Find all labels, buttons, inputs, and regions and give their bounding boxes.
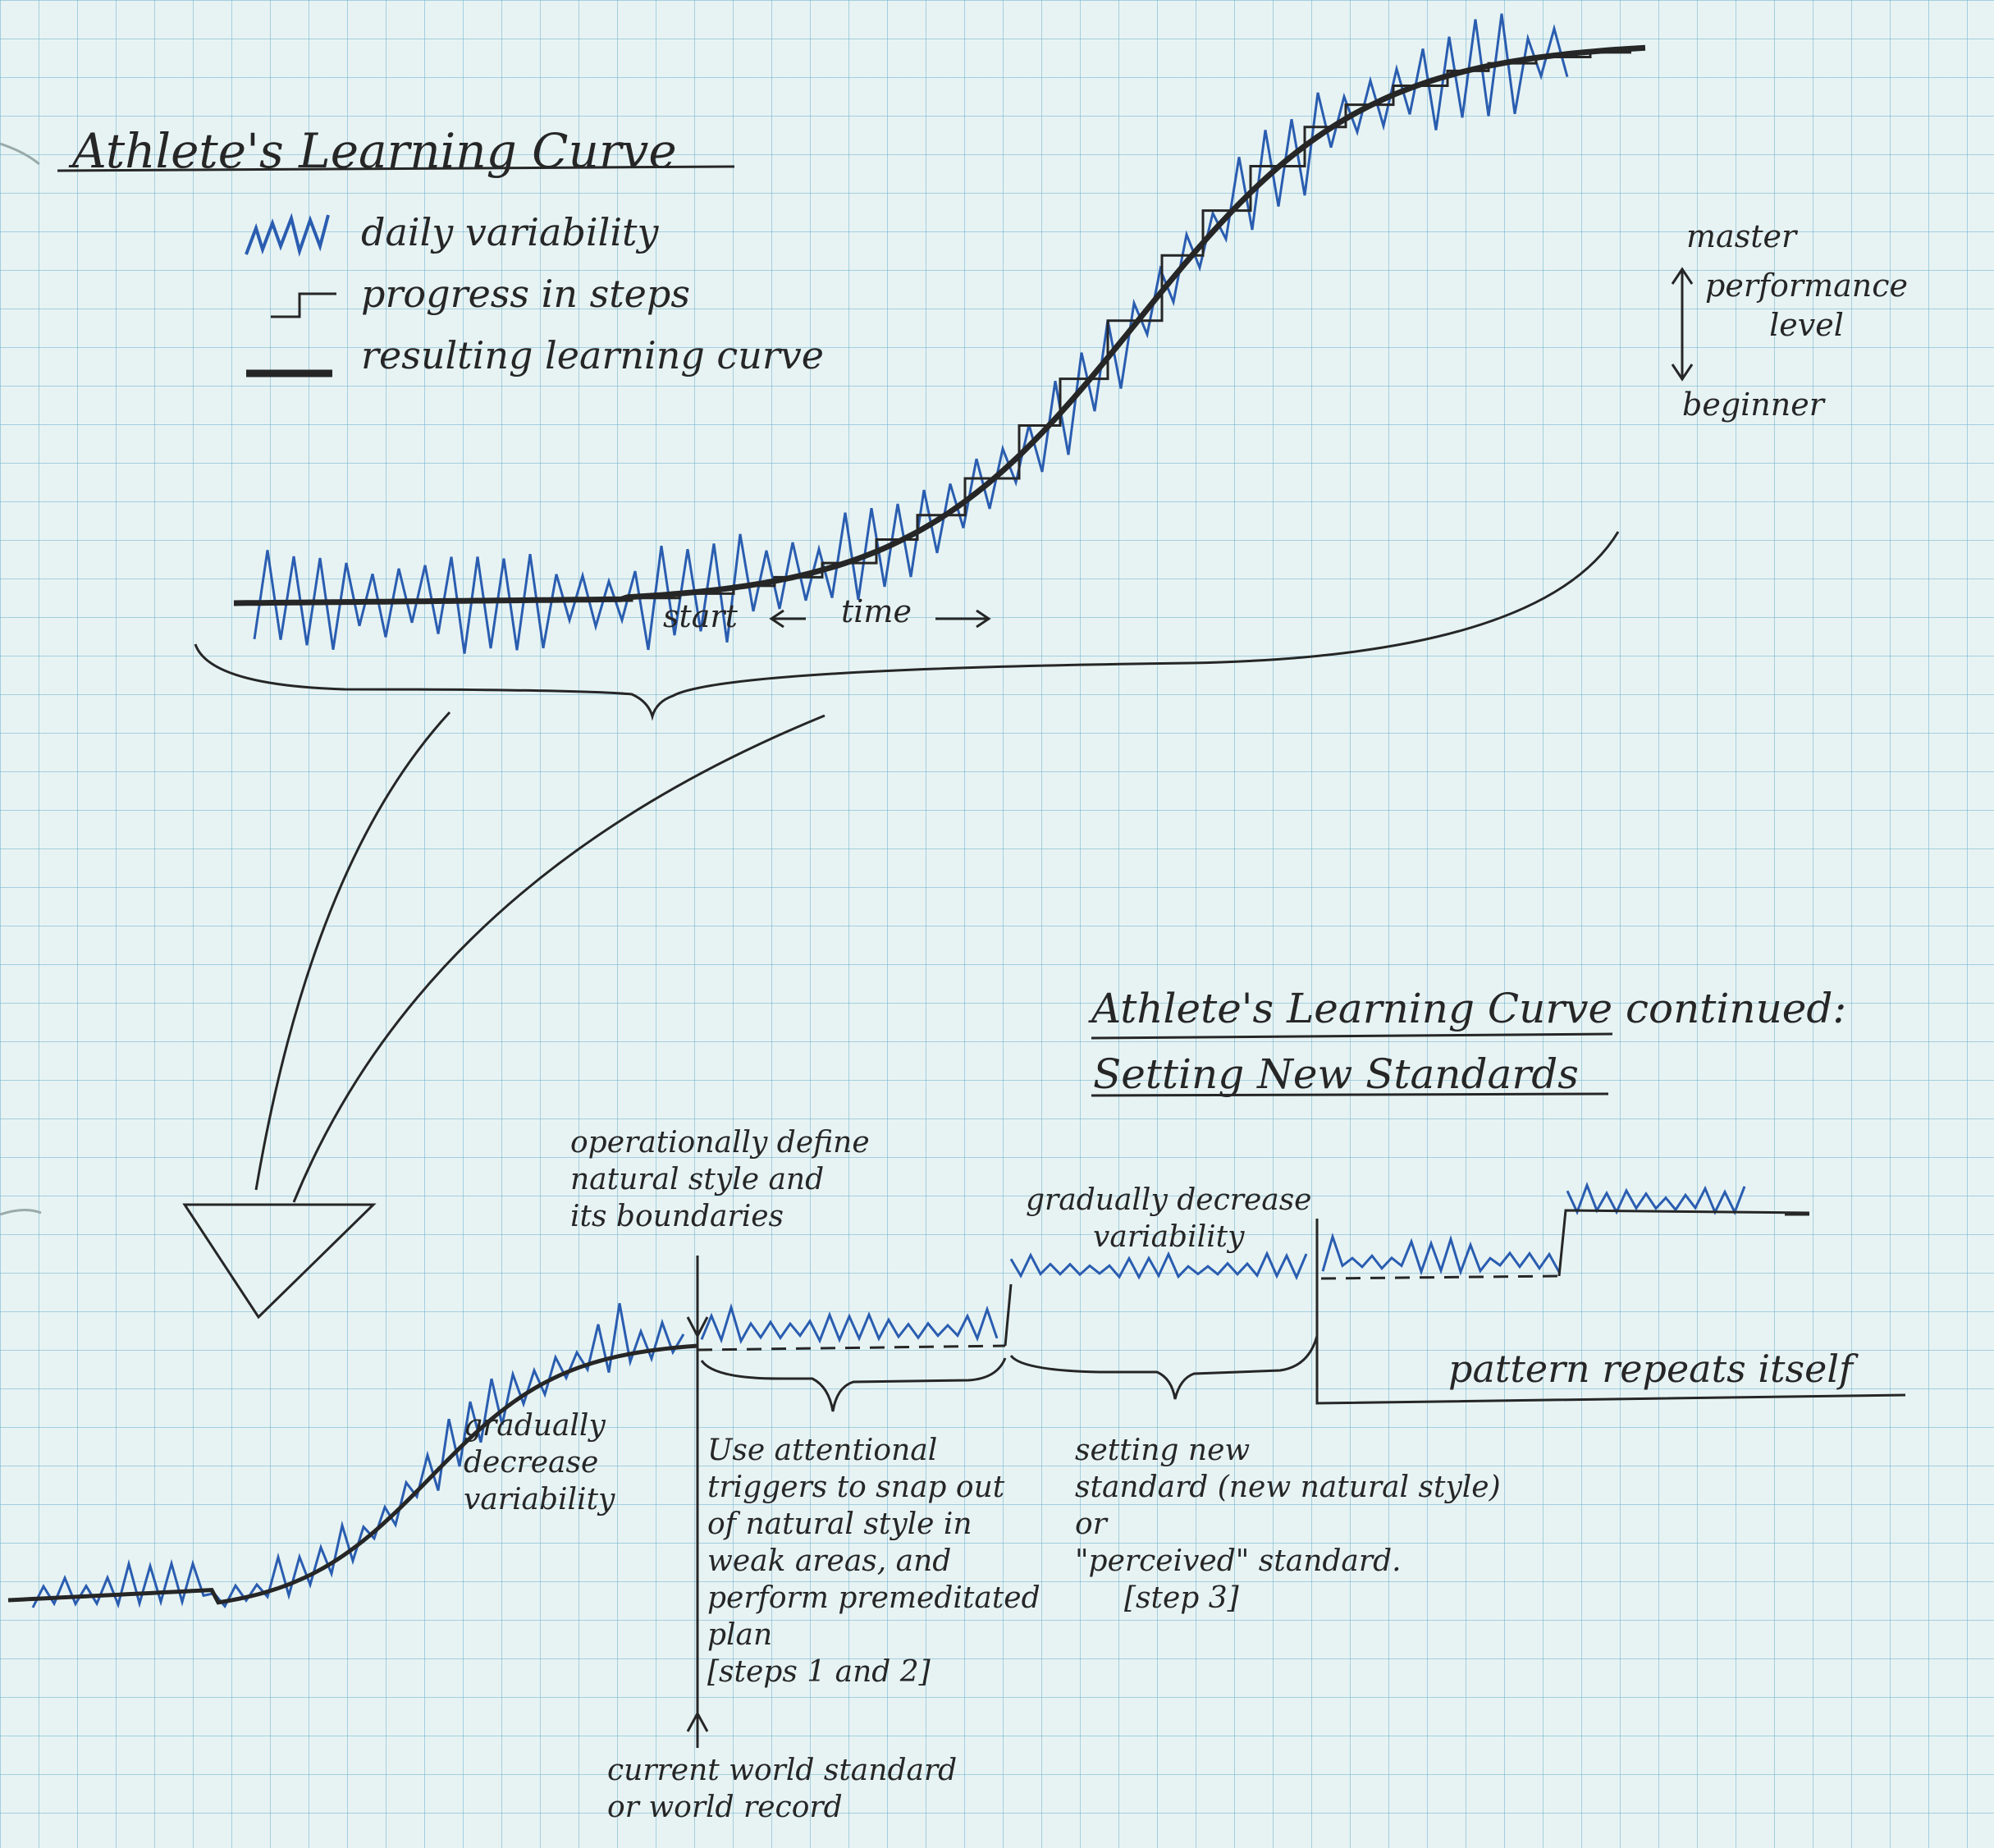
time-start-label: start [663, 598, 738, 634]
funnel-arrow-head [182, 1203, 377, 1320]
legend-blue-zigzag-icon [245, 213, 330, 258]
operational-note: operationally define natural style and i… [570, 1124, 870, 1235]
attention-line-6: plan [707, 1618, 773, 1652]
continued-title: Athlete's Learning Curve continued: [1091, 985, 1847, 1032]
binder-hole-top [0, 142, 40, 166]
axis-performance-level-label: performance level [1705, 267, 1908, 345]
legend-progress-in-steps: progress in steps [361, 272, 690, 316]
standard-step-line-2 [1557, 1209, 1810, 1277]
attention-line-4: weak areas, and [707, 1544, 952, 1578]
new-standard-line-2: standard (new natural style) [1075, 1471, 1501, 1504]
brace-step-3 [1009, 1335, 1319, 1400]
operational-line-3: its boundaries [570, 1200, 784, 1233]
legend-daily-variability: daily variability [361, 210, 659, 254]
operational-line-1: operationally define [570, 1126, 870, 1160]
attention-note: Use attentional triggers to snap out of … [707, 1432, 1040, 1690]
gradual-left-line-1: gradually [464, 1409, 606, 1443]
world-standard-note: current world standard or world record [607, 1752, 957, 1826]
legend-step-icon [271, 292, 336, 318]
continued-title-underline [1091, 1032, 1613, 1040]
world-standard-line-1: current world standard [607, 1754, 958, 1787]
gradual-top-note: gradually decrease variability [1026, 1182, 1312, 1256]
gradual-left-line-3: variability [464, 1483, 615, 1516]
time-label: time [841, 593, 912, 629]
new-standard-line-3: or [1075, 1507, 1107, 1541]
gradual-left-note: gradually decrease variability [464, 1407, 615, 1518]
world-standard-line-2: or world record [607, 1791, 843, 1824]
gradual-top-line-1: gradually decrease [1026, 1183, 1312, 1217]
gradual-left-line-2: decrease [464, 1446, 599, 1480]
operational-line-2: natural style and [570, 1163, 825, 1196]
top-progress-steps-line [591, 51, 1631, 602]
standard-step-line-1 [1004, 1283, 1013, 1347]
standard-dashed-line-2 [1320, 1274, 1560, 1280]
axis-master-label: master [1686, 218, 1797, 254]
binder-hole-bottom [0, 1209, 42, 1216]
time-arrow-right [935, 609, 991, 629]
funnel-arrow-left-line [254, 711, 451, 1191]
gradual-top-line-2: variability [1093, 1220, 1245, 1254]
attention-line-1: Use attentional [707, 1434, 938, 1467]
brace-steps-1-2 [700, 1357, 1007, 1412]
time-arrow-left [769, 609, 806, 629]
attention-line-7: [steps 1 and 2] [707, 1655, 931, 1689]
new-standard-line-4: "perceived" standard. [1075, 1544, 1402, 1578]
new-standard-line-1: setting new [1075, 1434, 1251, 1467]
new-standard-note: setting new standard (new natural style)… [1075, 1432, 1501, 1617]
attention-line-5: perform premeditated [707, 1581, 1040, 1615]
attention-line-3: of natural style in [707, 1507, 972, 1541]
top-title: Athlete's Learning Curve [72, 123, 677, 179]
axis-beginner-label: beginner [1682, 387, 1824, 423]
continued-subtitle: Setting New Standards [1093, 1050, 1579, 1098]
axis-performance-line: performance [1705, 268, 1909, 304]
attention-line-2: triggers to snap out [707, 1471, 1005, 1504]
standard-dashed-line-1 [697, 1344, 1006, 1352]
new-standard-line-5: [step 3] [1124, 1581, 1239, 1615]
axis-level-line: level [1769, 306, 1844, 343]
pattern-repeat-label: pattern repeats itself [1448, 1347, 1854, 1391]
legend-resulting-curve: resulting learning curve [361, 333, 825, 377]
